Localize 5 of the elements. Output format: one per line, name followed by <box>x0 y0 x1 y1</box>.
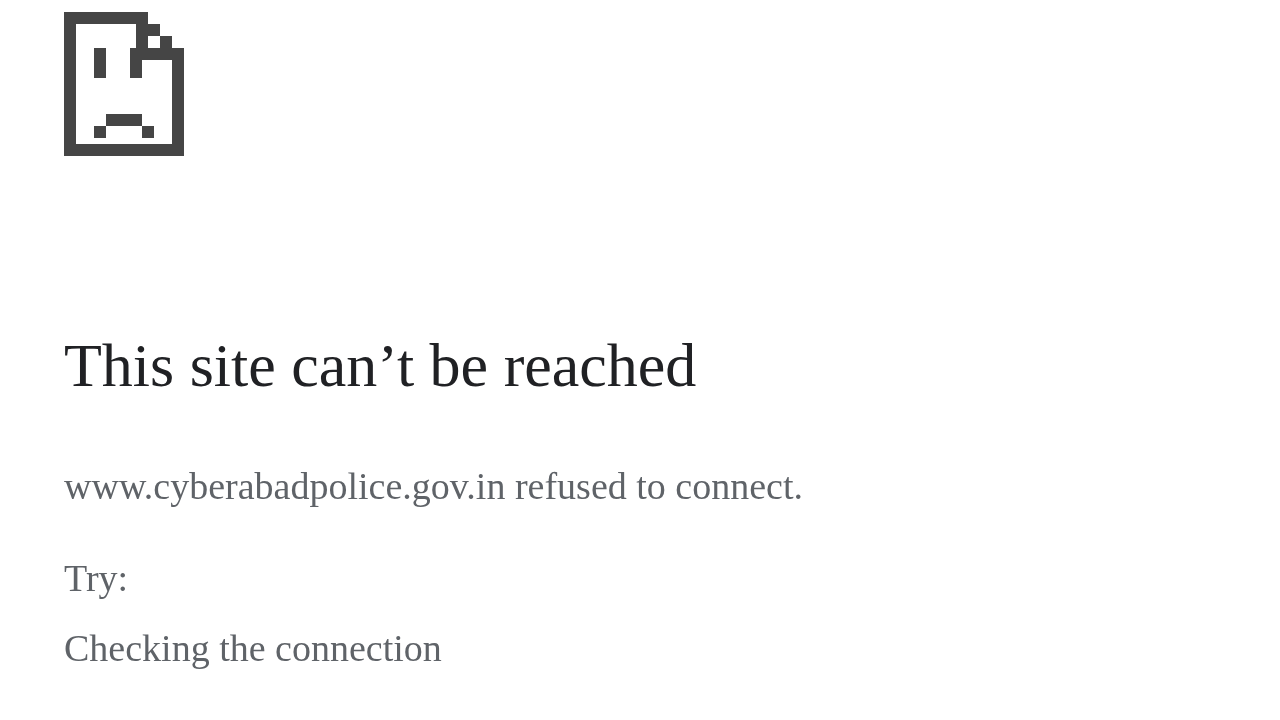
sad-page-icon <box>64 12 184 156</box>
suggestions-label: Try: <box>64 556 130 601</box>
suggestion-text: Checking the connection <box>64 625 443 671</box>
error-heading: This site can’t be reached <box>64 330 698 401</box>
error-message: www.cyberabadpolice.gov.in refused to connect. <box>64 464 804 510</box>
